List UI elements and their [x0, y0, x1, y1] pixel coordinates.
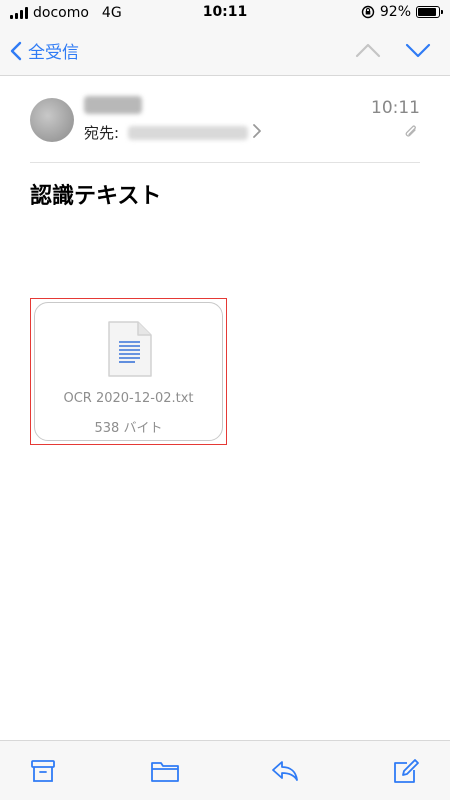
paperclip-icon	[405, 125, 416, 137]
folder-icon[interactable]	[150, 759, 180, 783]
battery-icon	[416, 6, 443, 18]
compose-icon[interactable]	[392, 759, 420, 785]
message-header: 宛先: 10:11	[0, 76, 450, 164]
to-label: 宛先:	[84, 124, 120, 142]
bottom-toolbar	[0, 740, 450, 800]
attachment-card[interactable]: OCR 2020-12-02.txt 538 バイト	[34, 302, 223, 441]
attachment-file-size: 538 バイト	[94, 421, 163, 436]
nav-bar: 全受信	[0, 26, 450, 76]
status-bar: docomo 4G 10:11 92%	[0, 0, 450, 26]
chevron-right-icon[interactable]	[252, 123, 262, 139]
message-subject: 認識テキスト	[30, 184, 162, 209]
next-message-button[interactable]	[404, 40, 432, 60]
sender-name-blurred[interactable]	[84, 96, 142, 114]
header-divider	[30, 162, 420, 163]
previous-message-button[interactable]	[354, 40, 382, 60]
status-right: 92%	[361, 4, 443, 20]
attachment-file-name: OCR 2020-12-02.txt	[63, 391, 194, 406]
attachment-highlight: OCR 2020-12-02.txt 538 バイト	[30, 298, 227, 445]
chevron-left-icon	[10, 41, 22, 60]
text-file-icon	[108, 321, 152, 377]
message-time: 10:11	[371, 98, 420, 118]
orientation-lock-icon	[361, 5, 375, 19]
back-label: 全受信	[28, 43, 79, 63]
battery-percent: 92%	[379, 4, 411, 20]
reply-icon[interactable]	[270, 759, 300, 783]
archive-icon[interactable]	[30, 759, 56, 783]
back-button[interactable]: 全受信	[10, 38, 79, 63]
recipient-blurred[interactable]	[128, 126, 248, 140]
avatar[interactable]	[30, 98, 74, 142]
